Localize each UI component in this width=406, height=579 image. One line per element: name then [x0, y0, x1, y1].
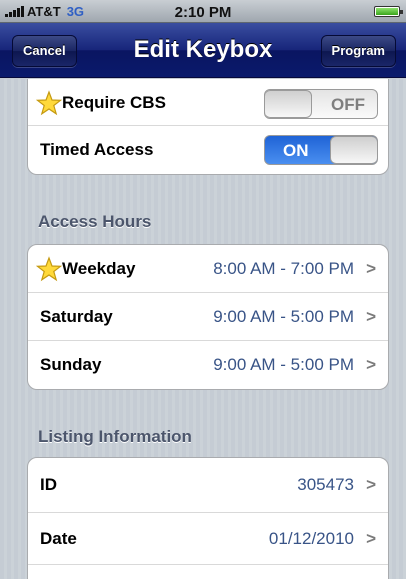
date-value: 01/12/2010 — [268, 528, 354, 548]
id-row[interactable]: ID 305473 > — [28, 458, 388, 513]
battery-icon — [374, 6, 403, 17]
chevron-right-icon: > — [366, 528, 376, 548]
next-row[interactable] — [28, 565, 388, 579]
sunday-hours: 9:00 AM - 5:00 PM — [213, 355, 354, 374]
require-cbs-row: Require CBS OFF — [28, 79, 388, 126]
chevron-right-icon: > — [366, 475, 376, 494]
chevron-right-icon: > — [366, 258, 376, 278]
chevron-right-icon: > — [366, 355, 376, 374]
require-cbs-toggle[interactable]: OFF — [264, 89, 378, 119]
listing-information-group: ID 305473 > Date 01/12/2010 > — [27, 457, 389, 579]
weekday-hours: 8:00 AM - 7:00 PM — [213, 258, 354, 278]
program-button[interactable]: Program — [320, 35, 396, 67]
weekday-label: Weekday — [62, 258, 136, 278]
date-row[interactable]: Date 01/12/2010 > — [28, 513, 388, 565]
sunday-row[interactable]: Sunday 9:00 AM - 5:00 PM > — [28, 341, 388, 389]
id-value: 305473 — [297, 475, 354, 494]
chevron-right-icon: > — [366, 306, 376, 326]
timed-access-row: Timed Access ON — [28, 126, 388, 174]
keybox-options-group: Require CBS OFF Timed Access ON — [27, 79, 389, 175]
timed-access-toggle[interactable]: ON — [264, 135, 378, 165]
star-icon — [36, 255, 62, 282]
saturday-hours: 9:00 AM - 5:00 PM — [213, 306, 354, 326]
require-cbs-label: Require CBS — [62, 92, 166, 112]
date-label: Date — [40, 528, 77, 548]
id-label: ID — [40, 475, 57, 494]
status-time: 2:10 PM — [174, 4, 232, 21]
status-bar: AT&T 3G 2:10 PM — [0, 0, 406, 23]
navigation-bar: Cancel Edit Keybox Program — [0, 23, 406, 78]
sunday-label: Sunday — [40, 355, 102, 374]
listing-information-header: Listing Information — [38, 427, 192, 446]
timed-access-toggle-text: ON — [283, 141, 309, 160]
timed-access-label: Timed Access — [40, 140, 154, 159]
saturday-label: Saturday — [40, 306, 113, 326]
weekday-row[interactable]: Weekday 8:00 AM - 7:00 PM > — [28, 245, 388, 293]
star-icon — [36, 89, 62, 116]
access-hours-header: Access Hours — [38, 212, 152, 231]
saturday-row[interactable]: Saturday 9:00 AM - 5:00 PM > — [28, 293, 388, 341]
settings-content[interactable]: Require CBS OFF Timed Access ON Access H… — [0, 79, 406, 579]
require-cbs-toggle-text: OFF — [331, 95, 365, 114]
access-hours-group: Weekday 8:00 AM - 7:00 PM > Saturday 9:0… — [27, 244, 389, 390]
